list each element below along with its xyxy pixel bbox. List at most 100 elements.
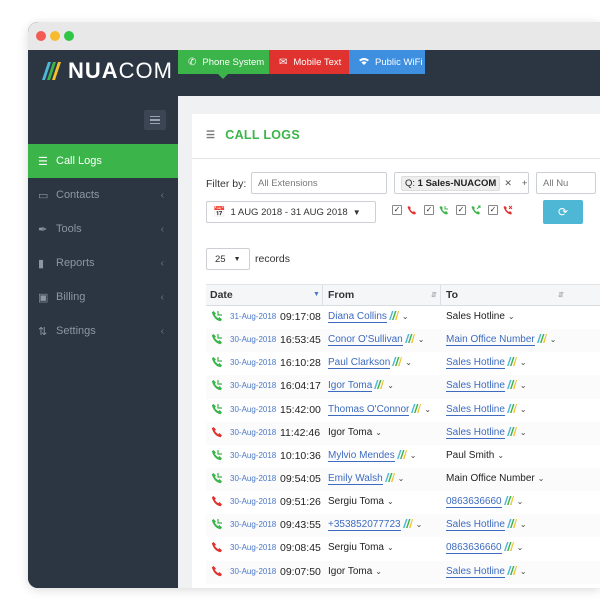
caller-name[interactable]: +353852077723: [328, 519, 401, 532]
caller-name[interactable]: Emily Walsh: [328, 472, 383, 485]
callee-name[interactable]: Sales Hotline: [446, 565, 505, 578]
chevron-down-icon[interactable]: ⌄: [405, 358, 412, 367]
folder-icon: ▣: [38, 291, 49, 304]
caller-name[interactable]: Paul Clarkson: [328, 357, 391, 370]
callee-name[interactable]: Sales Hotline: [446, 426, 505, 439]
table-row[interactable]: 30-Aug-2018 09:07:50 Igor Toma ⌄ Sales Hotli…: [206, 560, 600, 584]
nuacom-contact-icon: [505, 403, 517, 415]
tab-public-wifi[interactable]: Public WiFi: [349, 50, 425, 74]
chevron-down-icon[interactable]: ⌄: [520, 428, 527, 437]
outgoing-calls-checkbox[interactable]: ✓: [456, 205, 466, 215]
chevron-down-icon[interactable]: ⌄: [520, 567, 527, 576]
table-row[interactable]: 30-Aug-201809:01:55Paul Smith⌄Sales Hotl…: [206, 583, 600, 588]
maximize-window-button[interactable]: [64, 31, 74, 41]
chevron-down-icon[interactable]: ⌄: [520, 520, 527, 529]
title-divider: [192, 158, 600, 159]
callee-name[interactable]: 0863636660: [446, 496, 502, 509]
chevron-down-icon[interactable]: ⌄: [410, 451, 417, 460]
numbers-filter-input[interactable]: All Nu: [536, 172, 596, 194]
close-window-button[interactable]: [36, 31, 46, 41]
nuacom-contact-icon: [505, 565, 517, 577]
tab-mobile-text[interactable]: ✉ Mobile Text: [269, 50, 349, 74]
chevron-down-icon[interactable]: ⌄: [520, 381, 527, 390]
minimize-window-button[interactable]: [50, 31, 60, 41]
column-header-to[interactable]: To: [446, 289, 458, 301]
chevron-down-icon[interactable]: ⌄: [520, 358, 527, 367]
sidebar-item-billing[interactable]: ▣ Billing ‹: [28, 280, 178, 314]
sort-desc-icon[interactable]: ▼: [313, 291, 320, 298]
caller-name[interactable]: Mylvio Mendes: [328, 449, 395, 462]
sidebar-item-call-logs[interactable]: ☰ Call Logs: [28, 144, 178, 178]
call-date: 30-Aug-2018: [230, 520, 277, 530]
sort-icon[interactable]: ⇵: [431, 291, 437, 299]
page-title-text: CALL LOGS: [225, 128, 300, 142]
refresh-button[interactable]: ⟳: [543, 200, 583, 224]
chevron-down-icon[interactable]: ⌄: [416, 520, 423, 529]
table-row[interactable]: 30-Aug-2018 15:42:00 Thomas O'Connor ⌄ Sales…: [206, 398, 600, 422]
chevron-down-icon[interactable]: ⌄: [497, 451, 504, 460]
table-row[interactable]: 30-Aug-2018 09:08:45 Sergiu Toma ⌄ 086363666…: [206, 537, 600, 561]
chevron-down-icon[interactable]: ⌄: [508, 312, 515, 321]
caller: Emily Walsh ⌄: [328, 472, 405, 485]
chevron-down-icon[interactable]: ⌄: [402, 312, 409, 321]
nuacom-logo[interactable]: NUACOM: [40, 58, 173, 84]
queue-filter-input[interactable]: Q: 1 Sales-NUACOM ✕ +: [394, 172, 529, 194]
answered-calls-checkbox[interactable]: ✓: [424, 205, 434, 215]
bar-chart-icon: ▮: [38, 257, 45, 270]
chevron-down-icon[interactable]: ⌄: [375, 567, 382, 576]
sidebar-item-contacts[interactable]: ▭ Contacts ‹: [28, 178, 178, 212]
table-row[interactable]: 30-Aug-2018 16:53:45 Conor O'Sullivan ⌄ Main…: [206, 329, 600, 353]
extensions-filter-input[interactable]: All Extensions: [251, 172, 387, 194]
hamburger-menu-button[interactable]: [144, 110, 166, 130]
main-content: ☰ CALL LOGS Filter by: All Extensions Q:…: [178, 96, 600, 588]
callee-name[interactable]: Sales Hotline: [446, 380, 505, 393]
chevron-down-icon[interactable]: ⌄: [538, 474, 545, 483]
chevron-down-icon[interactable]: ⌄: [387, 543, 394, 552]
callee-name[interactable]: 0863636660: [446, 542, 502, 555]
contacts-icon: ▭: [38, 189, 49, 202]
date-range-picker[interactable]: 📅 1 AUG 2018 - 31 AUG 2018 ▼: [206, 201, 376, 223]
column-header-from[interactable]: From: [328, 289, 354, 301]
caller-name[interactable]: Diana Collins: [328, 311, 387, 323]
column-header-date[interactable]: Date: [210, 289, 233, 301]
chevron-down-icon[interactable]: ⌄: [520, 405, 527, 414]
sidebar-item-settings[interactable]: ⇅ Settings ‹: [28, 314, 178, 348]
chevron-down-icon[interactable]: ⌄: [398, 474, 405, 483]
caller-name[interactable]: Igor Toma: [328, 380, 373, 393]
callee-name[interactable]: Main Office Number: [446, 334, 535, 347]
remove-tag-icon[interactable]: ✕: [504, 178, 512, 189]
caller-name[interactable]: Thomas O'Connor: [328, 403, 410, 416]
table-row[interactable]: 31-Aug-2018 09:17:08 Diana Collins ⌄ Sales H…: [206, 306, 600, 330]
sidebar-item-tools[interactable]: ✒ Tools ‹: [28, 212, 178, 246]
table-row[interactable]: 30-Aug-2018 09:54:05 Emily Walsh ⌄ Main Offi…: [206, 467, 600, 492]
chevron-down-icon[interactable]: ⌄: [424, 405, 431, 414]
unanswered-calls-checkbox[interactable]: ✓: [488, 205, 498, 215]
table-row[interactable]: 30-Aug-2018 16:04:17 Igor Toma ⌄ Sales Hotli…: [206, 375, 600, 399]
chevron-down-icon[interactable]: ⌄: [418, 335, 425, 344]
sidebar-item-reports[interactable]: ▮ Reports ‹: [28, 246, 178, 280]
table-row[interactable]: 30-Aug-2018 10:10:36 Mylvio Mendes ⌄ Paul Sm…: [206, 444, 600, 468]
callee-name[interactable]: Sales Hotline: [446, 403, 505, 416]
table-row[interactable]: 30-Aug-2018 11:42:46 Igor Toma ⌄ Sales Hotli…: [206, 421, 600, 445]
caller-name[interactable]: Conor O'Sullivan: [328, 334, 403, 347]
chevron-down-icon[interactable]: ⌄: [387, 381, 394, 390]
sort-icon[interactable]: ⇵: [558, 291, 564, 299]
chevron-down-icon[interactable]: ⌄: [517, 497, 524, 506]
tab-phone-system[interactable]: ✆ Phone System: [178, 50, 269, 79]
add-filter-icon[interactable]: +: [522, 178, 528, 189]
chevron-down-icon[interactable]: ⌄: [387, 497, 394, 506]
table-row[interactable]: 30-Aug-2018 09:43:55 +353852077723 ⌄ Sales H…: [206, 514, 600, 538]
chevron-down-icon[interactable]: ⌄: [517, 543, 524, 552]
page-title: ☰ CALL LOGS: [206, 128, 300, 142]
callee-name[interactable]: Sales Hotline: [446, 357, 505, 370]
missed-calls-checkbox[interactable]: ✓: [392, 205, 402, 215]
records-per-page-select[interactable]: 25 ▼: [206, 248, 250, 270]
chevron-left-icon: ‹: [160, 325, 164, 337]
callee-name[interactable]: Sales Hotline: [446, 519, 505, 532]
callee: Sales Hotline ⌄: [446, 311, 515, 322]
table-row[interactable]: 30-Aug-2018 16:10:28 Paul Clarkson ⌄ Sales H…: [206, 352, 600, 376]
table-row[interactable]: 30-Aug-2018 09:51:26 Sergiu Toma ⌄ 086363666…: [206, 491, 600, 515]
chevron-down-icon[interactable]: ⌄: [550, 335, 557, 344]
chevron-down-icon[interactable]: ⌄: [375, 428, 382, 437]
call-date: 30-Aug-2018: [230, 566, 277, 576]
